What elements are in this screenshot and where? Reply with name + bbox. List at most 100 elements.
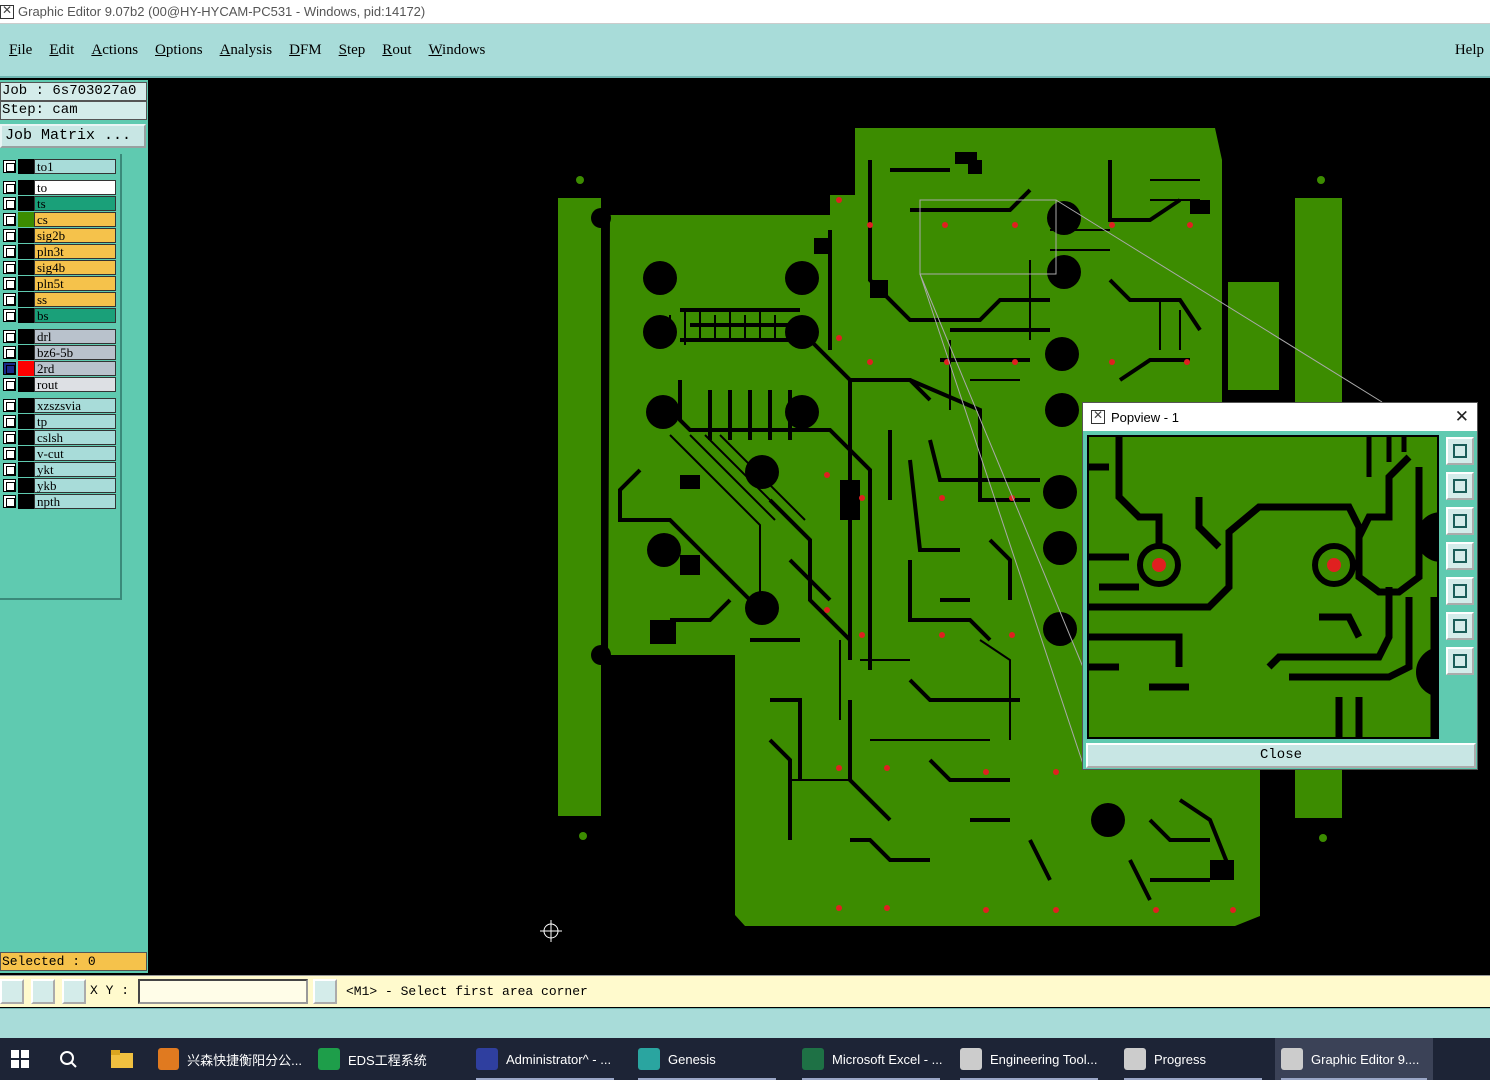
- layer-row[interactable]: xzszsvia: [0, 398, 118, 413]
- menu-help[interactable]: Help: [1455, 42, 1484, 59]
- layer-name[interactable]: tp: [34, 414, 116, 429]
- layer-name[interactable]: cslsh: [34, 430, 116, 445]
- layer-row[interactable]: 2rd: [0, 361, 118, 376]
- job-matrix-button[interactable]: Job Matrix ...: [0, 124, 146, 148]
- layer-color-swatch[interactable]: [18, 329, 34, 344]
- layer-color-swatch[interactable]: [18, 478, 34, 493]
- layer-color-swatch[interactable]: [18, 361, 34, 376]
- taskbar-item[interactable]: Graphic Editor 9....: [1275, 1038, 1433, 1080]
- layer-color-swatch[interactable]: [18, 446, 34, 461]
- layer-color-swatch[interactable]: [18, 180, 34, 195]
- layer-name[interactable]: pln5t: [34, 276, 116, 291]
- layer-color-swatch[interactable]: [18, 276, 34, 291]
- popview-pan-up-icon[interactable]: [1446, 472, 1474, 500]
- layer-color-swatch[interactable]: [18, 398, 34, 413]
- grid-icon[interactable]: [62, 979, 86, 1004]
- layer-checkbox[interactable]: [3, 213, 16, 226]
- start-button[interactable]: [0, 1038, 40, 1080]
- layer-color-swatch[interactable]: [18, 212, 34, 227]
- layer-checkbox[interactable]: [3, 415, 16, 428]
- taskbar-item[interactable]: Engineering Tool...: [954, 1038, 1104, 1080]
- taskbar-item[interactable]: Microsoft Excel - ...: [796, 1038, 946, 1080]
- layer-checkbox[interactable]: [3, 447, 16, 460]
- layer-name[interactable]: ts: [34, 196, 116, 211]
- popview-zoom-fit-icon[interactable]: [1446, 647, 1474, 675]
- layer-color-swatch[interactable]: [18, 244, 34, 259]
- layer-name[interactable]: bz6-5b: [34, 345, 116, 360]
- layer-checkbox[interactable]: [3, 197, 16, 210]
- taskbar-item[interactable]: Genesis: [632, 1038, 782, 1080]
- popview-close-button[interactable]: Close: [1086, 743, 1476, 768]
- layer-checkbox[interactable]: [3, 160, 16, 173]
- taskbar-item[interactable]: Administrator^ - ...: [470, 1038, 620, 1080]
- text-cursor-icon[interactable]: [313, 979, 337, 1004]
- layer-color-swatch[interactable]: [18, 494, 34, 509]
- menu-edit[interactable]: Edit: [49, 42, 74, 59]
- layer-checkbox[interactable]: [3, 330, 16, 343]
- layer-color-swatch[interactable]: [18, 260, 34, 275]
- layer-checkbox[interactable]: [3, 378, 16, 391]
- layer-checkbox[interactable]: [3, 362, 16, 375]
- popview-zoom-view[interactable]: [1089, 437, 1439, 739]
- layer-checkbox[interactable]: [3, 479, 16, 492]
- layer-checkbox[interactable]: [3, 463, 16, 476]
- layer-row[interactable]: to1: [0, 159, 118, 174]
- layer-name[interactable]: ykt: [34, 462, 116, 477]
- layer-row[interactable]: sig2b: [0, 228, 118, 243]
- layer-checkbox[interactable]: [3, 277, 16, 290]
- menu-rout[interactable]: Rout: [382, 42, 411, 59]
- popview-zoom-out-icon[interactable]: [1446, 612, 1474, 640]
- layer-row[interactable]: v-cut: [0, 446, 118, 461]
- layer-name[interactable]: sig4b: [34, 260, 116, 275]
- taskbar-item[interactable]: Progress: [1118, 1038, 1268, 1080]
- menu-file[interactable]: File: [9, 42, 32, 59]
- layer-checkbox[interactable]: [3, 431, 16, 444]
- layer-checkbox[interactable]: [3, 495, 16, 508]
- layer-color-swatch[interactable]: [18, 430, 34, 445]
- search-button[interactable]: [48, 1038, 88, 1080]
- layer-row[interactable]: bz6-5b: [0, 345, 118, 360]
- layer-name[interactable]: ykb: [34, 478, 116, 493]
- menu-dfm[interactable]: DFM: [289, 42, 322, 59]
- layer-row[interactable]: to: [0, 180, 118, 195]
- layer-color-swatch[interactable]: [18, 462, 34, 477]
- popview-pan-left-icon[interactable]: [1446, 542, 1474, 570]
- layer-checkbox[interactable]: [3, 346, 16, 359]
- layer-name[interactable]: to1: [34, 159, 116, 174]
- layer-name[interactable]: cs: [34, 212, 116, 227]
- menu-windows[interactable]: Windows: [428, 42, 485, 59]
- layer-checkbox[interactable]: [3, 399, 16, 412]
- layer-name[interactable]: v-cut: [34, 446, 116, 461]
- layer-row[interactable]: ykt: [0, 462, 118, 477]
- layer-row[interactable]: rout: [0, 377, 118, 392]
- layer-row[interactable]: ykb: [0, 478, 118, 493]
- layer-name[interactable]: rout: [34, 377, 116, 392]
- layer-color-swatch[interactable]: [18, 345, 34, 360]
- layer-row[interactable]: pln3t: [0, 244, 118, 259]
- layer-checkbox[interactable]: [3, 261, 16, 274]
- layer-row[interactable]: pln5t: [0, 276, 118, 291]
- layer-row[interactable]: bs: [0, 308, 118, 323]
- layer-color-swatch[interactable]: [18, 292, 34, 307]
- layer-checkbox[interactable]: [3, 181, 16, 194]
- layer-row[interactable]: ts: [0, 196, 118, 211]
- layer-row[interactable]: cs: [0, 212, 118, 227]
- popview-canvas[interactable]: [1087, 435, 1439, 739]
- snap-icon[interactable]: [31, 979, 55, 1004]
- menu-options[interactable]: Options: [155, 42, 203, 59]
- layer-name[interactable]: bs: [34, 308, 116, 323]
- layer-row[interactable]: cslsh: [0, 430, 118, 445]
- layer-color-swatch[interactable]: [18, 159, 34, 174]
- layer-name[interactable]: xzszsvia: [34, 398, 116, 413]
- xy-input[interactable]: [138, 979, 308, 1004]
- layer-row[interactable]: drl: [0, 329, 118, 344]
- layer-name[interactable]: pln3t: [34, 244, 116, 259]
- popview-zoom-home-icon[interactable]: [1446, 437, 1474, 465]
- layer-color-swatch[interactable]: [18, 377, 34, 392]
- popview-window[interactable]: Popview - 1 ✕: [1082, 402, 1478, 770]
- measure-icon[interactable]: [0, 979, 24, 1004]
- layer-checkbox[interactable]: [3, 309, 16, 322]
- menu-step[interactable]: Step: [339, 42, 366, 59]
- menu-analysis[interactable]: Analysis: [220, 42, 273, 59]
- layer-color-swatch[interactable]: [18, 228, 34, 243]
